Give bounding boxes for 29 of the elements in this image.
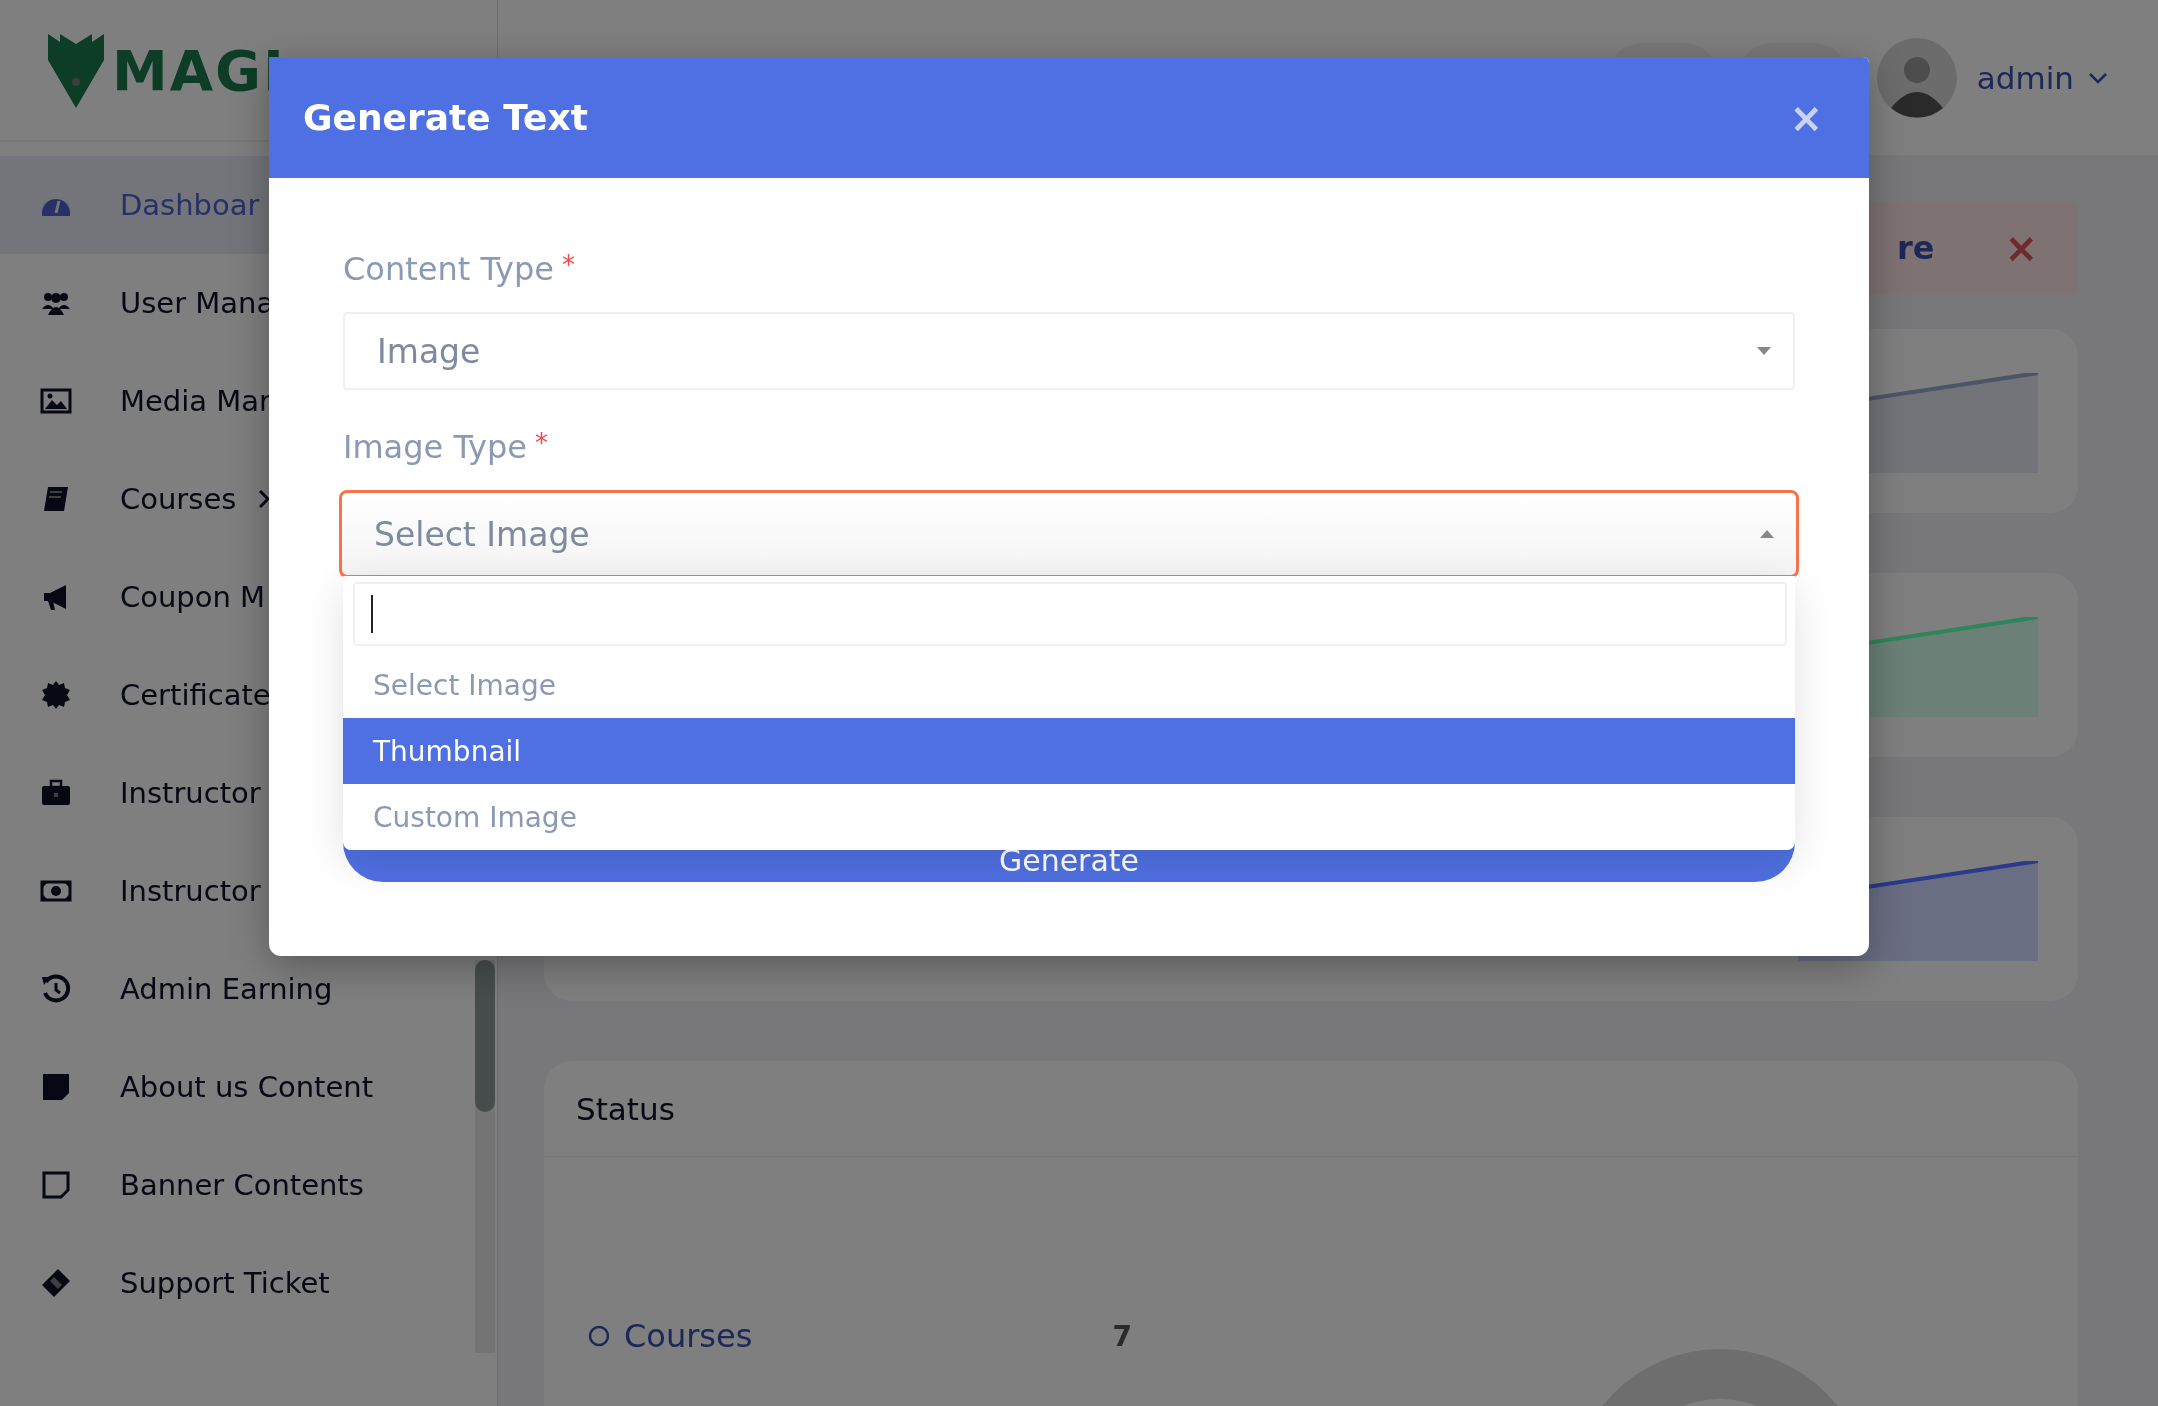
required-mark: * (534, 428, 548, 458)
search-field[interactable] (353, 582, 1787, 646)
badge-icon (40, 679, 72, 711)
sidebar-item[interactable]: About us Content (0, 1038, 497, 1136)
sidebar-item[interactable]: Admin Earning (0, 940, 497, 1038)
user-name[interactable]: admin (1976, 59, 2074, 96)
ticket-icon (40, 1267, 72, 1299)
legend-label: Courses (624, 1317, 753, 1355)
chevron-down-icon[interactable] (2088, 71, 2108, 84)
alert-text: re (1897, 229, 1935, 267)
history-icon (40, 973, 72, 1005)
legend-marker-icon (588, 1325, 610, 1347)
chevron-icon (258, 489, 271, 509)
dropdown-option[interactable]: Thumbnail (343, 718, 1795, 784)
close-button[interactable]: × (1789, 94, 1823, 141)
select-field[interactable]: Select Image (339, 490, 1799, 578)
modal-title: Generate Text (303, 97, 588, 138)
card-title: Status (576, 1090, 675, 1127)
sidebar-item[interactable]: Banner Contents (0, 1136, 497, 1234)
required-mark: * (561, 250, 575, 280)
dropdown-option[interactable]: Select Image (343, 652, 1795, 718)
scrollbar-thumb[interactable] (475, 960, 495, 1112)
avatar-icon (1876, 37, 1957, 118)
field-label: Image Type (343, 428, 527, 466)
sidebar-item[interactable]: Support Ticket (0, 1234, 497, 1332)
select-field[interactable]: Image (343, 312, 1795, 390)
legend-value: 7 (1112, 1319, 1132, 1353)
note-icon (40, 1071, 72, 1103)
note-outline-icon (40, 1169, 72, 1201)
